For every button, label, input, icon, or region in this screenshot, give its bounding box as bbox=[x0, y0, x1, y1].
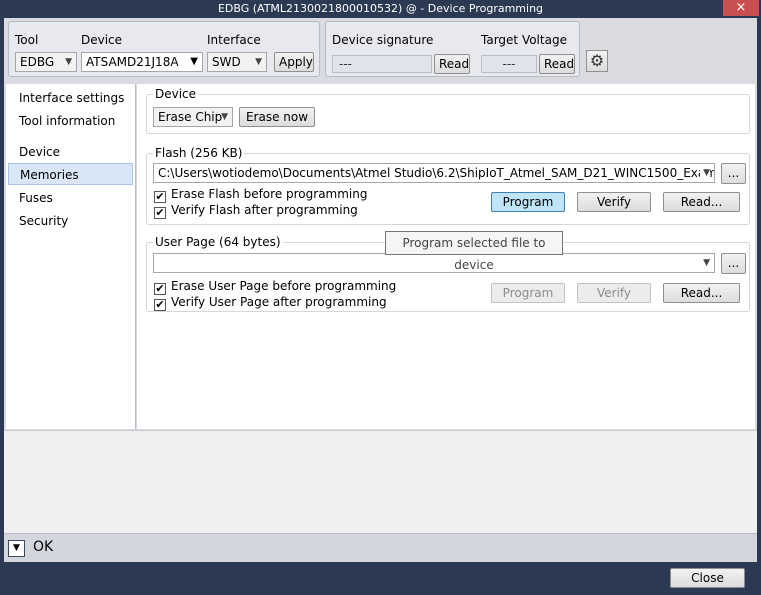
flash-verify-button[interactable]: Verify bbox=[577, 192, 651, 212]
device-programming-window: Tool EDBG ▼ Device ATSAMD21J18A ▼ Interfac… bbox=[4, 18, 757, 562]
flash-file-path-input[interactable]: C:\Users\wotiodemo\Documents\Atmel Studi… bbox=[153, 163, 715, 183]
window-close-icon[interactable]: × bbox=[723, 0, 759, 16]
device-section-title: Device bbox=[153, 87, 199, 101]
flash-verify-checkbox[interactable]: ✔ Verify Flash after programming bbox=[154, 203, 358, 219]
userpage-section-title: User Page (64 bytes) bbox=[153, 235, 283, 249]
tool-label: Tool bbox=[15, 33, 39, 47]
flash-program-button[interactable]: Program bbox=[491, 192, 565, 212]
chevron-down-icon: ▼ bbox=[703, 258, 710, 268]
chevron-down-icon: ▼ bbox=[190, 56, 198, 67]
close-button[interactable]: Close bbox=[670, 568, 745, 588]
erase-now-button[interactable]: Erase now bbox=[239, 107, 315, 127]
sidebar-item-fuses[interactable]: Fuses bbox=[8, 187, 133, 209]
voltage-read-button[interactable]: Read bbox=[539, 54, 575, 74]
userpage-read-button[interactable]: Read... bbox=[663, 283, 740, 303]
status-bar: ▼ OK bbox=[4, 533, 757, 562]
tool-device-group: Tool EDBG ▼ Device ATSAMD21J18A ▼ Interfac… bbox=[8, 21, 320, 77]
sidebar-item-memories[interactable]: Memories bbox=[8, 163, 133, 185]
voltage-label: Target Voltage bbox=[481, 33, 567, 47]
userpage-verify-checkbox[interactable]: ✔ Verify User Page after programming bbox=[154, 295, 387, 311]
userpage-program-button[interactable]: Program bbox=[491, 283, 565, 303]
check-icon: ✔ bbox=[154, 190, 166, 203]
window-title-bar: EDBG (ATML2130021800010532) @ - Device P… bbox=[0, 0, 761, 18]
userpage-verify-button[interactable]: Verify bbox=[577, 283, 651, 303]
gear-icon[interactable]: ⚙ bbox=[586, 50, 608, 72]
device-section: Device Erase Chip ▼ Erase now bbox=[146, 87, 750, 134]
userpage-erase-checkbox[interactable]: ✔ Erase User Page before programming bbox=[154, 279, 396, 295]
signature-field: --- bbox=[332, 55, 432, 73]
sidebar-item-device-information[interactable]: Device information bbox=[8, 141, 133, 181]
userpage-file-path-input[interactable]: ▼ bbox=[153, 253, 715, 273]
flash-browse-button[interactable]: ... bbox=[721, 163, 746, 184]
check-icon: ✔ bbox=[154, 298, 166, 311]
flash-section-title: Flash (256 KB) bbox=[153, 146, 245, 160]
chevron-down-icon: ▼ bbox=[255, 57, 262, 67]
erase-mode-select[interactable]: Erase Chip ▼ bbox=[153, 107, 233, 127]
interface-select[interactable]: SWD ▼ bbox=[207, 52, 267, 72]
signature-label: Device signature bbox=[332, 33, 434, 47]
device-select[interactable]: ATSAMD21J18A ▼ bbox=[81, 52, 203, 72]
userpage-browse-button[interactable]: ... bbox=[721, 253, 746, 274]
program-tooltip: Program selected file to device bbox=[385, 231, 563, 272]
check-icon: ✔ bbox=[154, 206, 166, 219]
sidebar: Interface settings Tool information Devi… bbox=[6, 84, 136, 429]
sidebar-item-interface-settings[interactable]: Interface settings bbox=[8, 87, 133, 109]
expand-log-icon[interactable]: ▼ bbox=[8, 540, 25, 557]
sidebar-item-tool-information[interactable]: Tool information bbox=[8, 110, 133, 132]
memories-panel: Device Erase Chip ▼ Erase now Flash (256 … bbox=[137, 84, 755, 429]
status-text: OK bbox=[33, 539, 54, 555]
signature-read-button[interactable]: Read bbox=[434, 54, 470, 74]
flash-section: Flash (256 KB) C:\Users\wotiodemo\Docume… bbox=[146, 146, 750, 225]
check-icon: ✔ bbox=[154, 282, 166, 295]
dialog-footer: Close bbox=[0, 562, 761, 595]
chevron-down-icon: ▼ bbox=[221, 112, 228, 122]
sidebar-item-security[interactable]: Security bbox=[8, 210, 133, 232]
voltage-field: --- bbox=[481, 55, 537, 73]
flash-erase-checkbox[interactable]: ✔ Erase Flash before programming bbox=[154, 187, 367, 203]
device-label: Device bbox=[81, 33, 123, 47]
output-log-area bbox=[4, 430, 757, 533]
window-title: EDBG (ATML2130021800010532) @ - Device P… bbox=[217, 2, 544, 15]
tool-select[interactable]: EDBG ▼ bbox=[15, 52, 77, 72]
chevron-down-icon: ▼ bbox=[65, 57, 72, 67]
interface-label: Interface bbox=[207, 33, 261, 47]
apply-button[interactable]: Apply bbox=[274, 52, 314, 72]
chevron-down-icon: ▼ bbox=[700, 164, 710, 182]
signature-voltage-group: Device signature --- Read Target Voltage… bbox=[325, 21, 580, 77]
flash-read-button[interactable]: Read... bbox=[663, 192, 740, 212]
